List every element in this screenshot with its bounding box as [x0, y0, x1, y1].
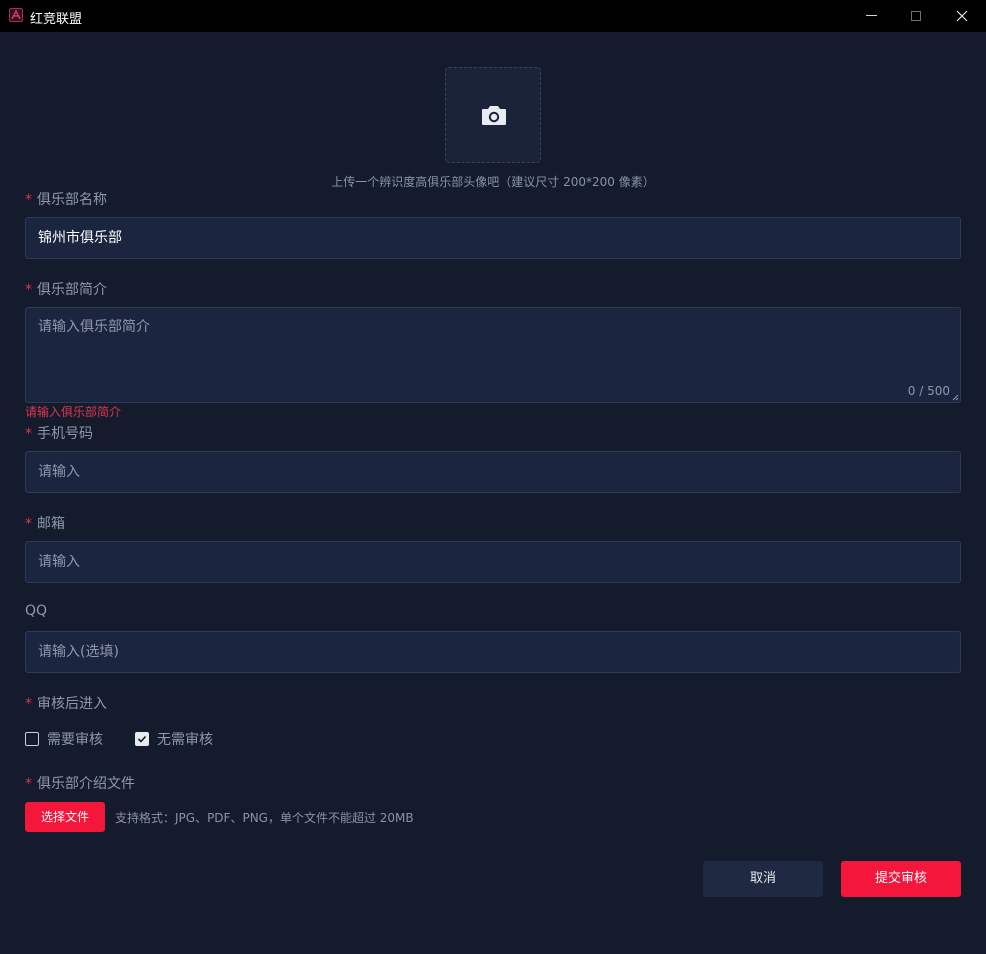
club-intro-label: * 俱乐部简介 — [25, 282, 107, 298]
title-bar: 红竞联盟 — [0, 0, 986, 32]
required-mark: * — [25, 192, 32, 208]
avatar-hint: 上传一个辨识度高俱乐部头像吧（建议尺寸 200*200 像素） — [331, 175, 655, 189]
required-mark: * — [25, 776, 32, 792]
phone-label: * 手机号码 — [25, 426, 93, 442]
cancel-button[interactable]: 取消 — [703, 861, 823, 897]
required-mark: * — [25, 516, 32, 532]
review-option-not-required[interactable]: 无需审核 — [135, 729, 213, 749]
maximize-button[interactable] — [893, 0, 939, 32]
window-title: 红竞联盟 — [30, 12, 83, 27]
submit-review-button[interactable]: 提交审核 — [841, 861, 961, 897]
review-label: * 审核后进入 — [25, 696, 107, 712]
close-button[interactable] — [939, 0, 985, 32]
qq-label: QQ — [25, 603, 48, 619]
choose-file-button[interactable]: 选择文件 — [25, 802, 105, 832]
close-icon — [956, 10, 968, 22]
checkbox-checked-icon[interactable] — [135, 732, 149, 746]
email-label: * 邮箱 — [25, 516, 65, 532]
file-format-hint: 支持格式：JPG、PDF、PNG，单个文件不能超过 20MB — [115, 811, 414, 825]
club-intro-error: 请输入俱乐部简介 — [25, 405, 122, 419]
required-mark: * — [25, 696, 32, 712]
minimize-button[interactable] — [848, 0, 894, 32]
resize-grip-icon[interactable] — [952, 394, 959, 401]
review-option-label: 需要审核 — [47, 732, 103, 748]
club-name-label: * 俱乐部名称 — [25, 192, 107, 208]
club-intro-placeholder: 请输入俱乐部简介 — [38, 319, 150, 335]
required-mark: * — [25, 426, 32, 442]
email-input[interactable]: 请输入 — [25, 541, 961, 583]
app-logo-icon — [9, 8, 23, 22]
review-option-label: 无需审核 — [157, 732, 213, 748]
review-option-required[interactable]: 需要审核 — [25, 729, 103, 749]
char-counter: 0 / 500 — [907, 384, 950, 398]
club-intro-textarea[interactable]: 请输入俱乐部简介 0 / 500 — [25, 307, 961, 403]
intro-file-label: * 俱乐部介绍文件 — [25, 776, 135, 792]
camera-icon — [482, 106, 506, 125]
checkbox-unchecked-icon[interactable] — [25, 732, 39, 746]
required-mark: * — [25, 282, 32, 298]
avatar-upload[interactable] — [445, 67, 541, 163]
maximize-icon — [911, 11, 921, 21]
club-name-input[interactable]: 锦州市俱乐部 — [25, 217, 961, 259]
qq-input[interactable]: 请输入(选填) — [25, 631, 961, 673]
phone-input[interactable]: 请输入 — [25, 451, 961, 493]
minimize-icon — [865, 15, 877, 16]
